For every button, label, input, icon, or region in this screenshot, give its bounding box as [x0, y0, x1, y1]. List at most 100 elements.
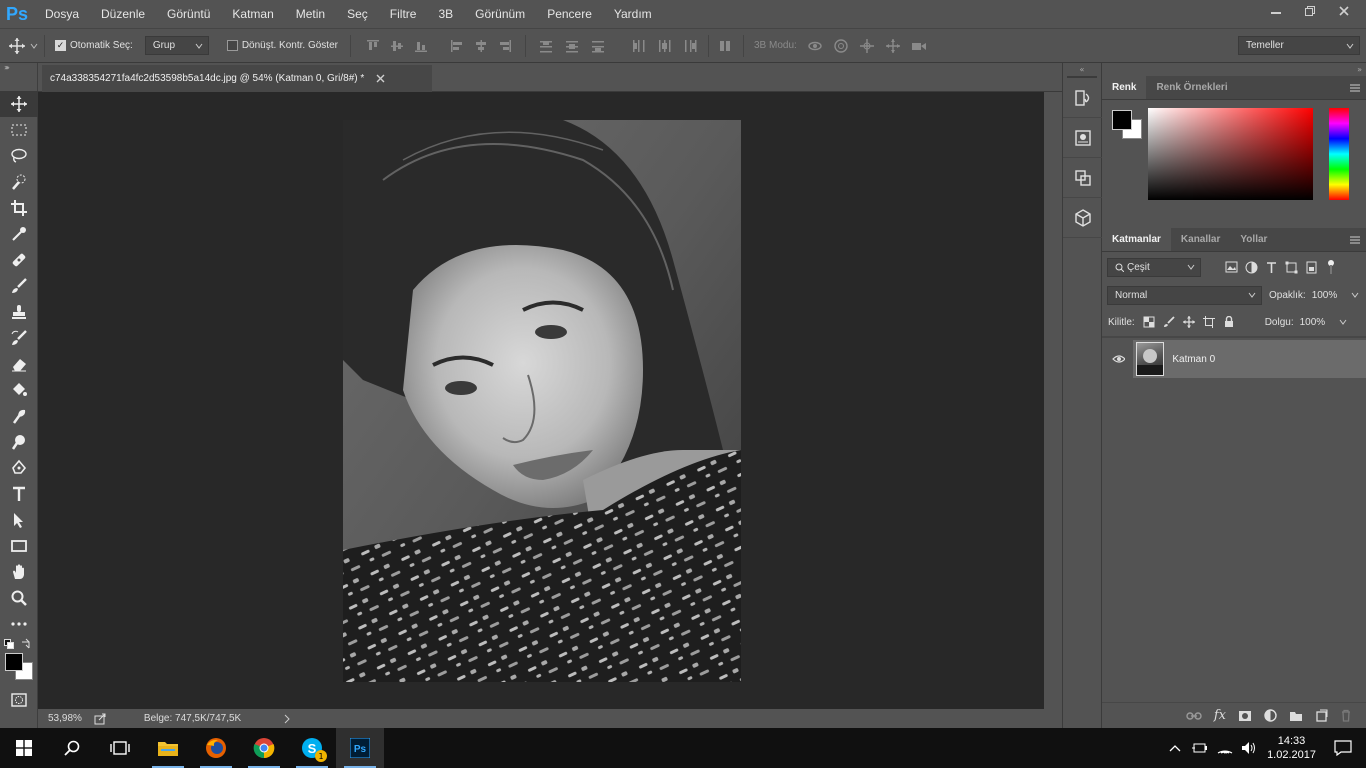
filter-adjustment-layers-icon[interactable] [1245, 261, 1258, 274]
path-selection-tool[interactable] [0, 507, 38, 533]
auto-select-dropdown[interactable]: Grup [144, 36, 209, 55]
align-right-icon[interactable] [495, 36, 515, 56]
brush-tool[interactable] [0, 273, 38, 299]
adjustment-layer-icon[interactable] [1264, 709, 1277, 722]
volume-icon[interactable] [1241, 741, 1257, 755]
align-bottom-icon[interactable] [411, 36, 431, 56]
filter-toggle[interactable] [1325, 260, 1335, 274]
visibility-eye-icon[interactable] [1112, 354, 1126, 364]
align-vcenter-icon[interactable] [387, 36, 407, 56]
blend-mode-dropdown[interactable]: Normal [1107, 285, 1262, 305]
taskbar-firefox[interactable] [192, 728, 240, 768]
distribute-top-icon[interactable] [536, 36, 556, 56]
3d-panel-icon[interactable] [1063, 198, 1103, 238]
filter-shape-layers-icon[interactable] [1285, 261, 1298, 274]
eyedropper-tool[interactable] [0, 221, 38, 247]
hue-slider[interactable] [1329, 108, 1349, 200]
menu-katman[interactable]: Katman [221, 0, 284, 28]
quick-selection-tool[interactable] [0, 169, 38, 195]
distribute-left-icon[interactable] [628, 36, 648, 56]
minimize-button[interactable] [1262, 0, 1290, 22]
document-image[interactable] [343, 120, 741, 682]
tab-renk[interactable]: Renk [1102, 76, 1147, 99]
panel-menu-icon[interactable] [1350, 236, 1360, 244]
filter-pixel-layers-icon[interactable] [1225, 261, 1238, 273]
menu-filtre[interactable]: Filtre [379, 0, 428, 28]
vertical-scrollbar[interactable] [1044, 92, 1062, 709]
foreground-color-chip[interactable] [1112, 110, 1132, 130]
restore-button[interactable] [1296, 0, 1324, 22]
quick-mask-button[interactable] [0, 687, 38, 713]
lasso-tool[interactable] [0, 143, 38, 169]
taskbar-photoshop[interactable]: Ps [336, 728, 384, 768]
more-tools[interactable] [0, 611, 38, 637]
menu-pencere[interactable]: Pencere [536, 0, 603, 28]
chevron-down-icon[interactable] [1339, 318, 1347, 326]
menu-yardim[interactable]: Yardım [603, 0, 663, 28]
layer-filter-dropdown[interactable]: Çeşit [1107, 257, 1201, 277]
chevron-down-icon[interactable] [1351, 291, 1359, 299]
menu-sec[interactable]: Seç [336, 0, 379, 28]
smudge-tool[interactable] [0, 403, 38, 429]
menu-3b[interactable]: 3B [427, 0, 464, 28]
menu-goruntu[interactable]: Görüntü [156, 0, 221, 28]
swap-colors-icon[interactable] [20, 638, 32, 650]
video-camera-3d-icon[interactable] [909, 36, 929, 56]
filter-type-layers-icon[interactable] [1265, 261, 1278, 274]
zoom-level[interactable]: 53,98% [48, 713, 82, 724]
layer-name[interactable]: Katman 0 [1172, 354, 1215, 365]
link-layers-icon[interactable] [1186, 711, 1202, 721]
add-mask-icon[interactable] [1238, 710, 1252, 722]
tab-kanallar[interactable]: Kanallar [1171, 228, 1230, 251]
document-tab[interactable]: c74a338354271fa4fc2d53598b5a14dc.jpg @ 5… [42, 65, 432, 92]
dodge-tool[interactable] [0, 429, 38, 455]
type-tool[interactable] [0, 481, 38, 507]
menu-dosya[interactable]: Dosya [34, 0, 90, 28]
rectangle-tool[interactable] [0, 533, 38, 559]
crop-tool[interactable] [0, 195, 38, 221]
glyphs-panel-icon[interactable] [1063, 158, 1103, 198]
workspace-dropdown[interactable]: Temeller [1238, 36, 1360, 55]
layer-row[interactable]: Katman 0 [1102, 339, 1366, 379]
layer-item[interactable]: Katman 0 [1133, 340, 1366, 378]
taskbar-skype[interactable]: S 1 [288, 728, 336, 768]
auto-align-icon[interactable] [715, 36, 735, 56]
move-tool[interactable] [0, 91, 38, 117]
expand-icon[interactable]: » [1102, 63, 1366, 76]
lock-position-icon[interactable] [1182, 316, 1195, 328]
battery-plug-icon[interactable] [1191, 742, 1208, 754]
align-hcenter-icon[interactable] [471, 36, 491, 56]
lock-all-icon[interactable] [1223, 316, 1235, 328]
lock-transparent-pixels-icon[interactable] [1143, 316, 1155, 328]
distribute-hcenter-icon[interactable] [654, 36, 674, 56]
lock-artboard-icon[interactable] [1202, 316, 1215, 328]
close-tab-icon[interactable] [376, 74, 385, 83]
tab-yollar[interactable]: Yollar [1230, 228, 1277, 251]
trash-icon[interactable] [1340, 709, 1352, 722]
align-left-icon[interactable] [447, 36, 467, 56]
roll-3d-icon[interactable] [831, 36, 851, 56]
menu-duzenle[interactable]: Düzenle [90, 0, 156, 28]
taskbar-chrome[interactable] [240, 728, 288, 768]
align-top-icon[interactable] [363, 36, 383, 56]
collapse-icon[interactable]: » [4, 63, 9, 72]
pen-tool[interactable] [0, 455, 38, 481]
menu-gorunum[interactable]: Görünüm [464, 0, 536, 28]
color-field[interactable] [1148, 108, 1313, 200]
canvas-area[interactable] [38, 92, 1044, 709]
layer-style-fx-icon[interactable]: fx [1214, 708, 1226, 723]
transform-controls-checkbox[interactable] [226, 40, 238, 51]
history-panel-icon[interactable] [1063, 78, 1103, 118]
orbit-3d-icon[interactable] [805, 36, 825, 56]
new-layer-icon[interactable] [1315, 709, 1328, 722]
clock[interactable]: 14:33 1.02.2017 [1267, 734, 1316, 762]
slide-3d-icon[interactable] [883, 36, 903, 56]
filter-smart-objects-icon[interactable] [1305, 261, 1318, 274]
panel-menu-icon[interactable] [1350, 84, 1360, 92]
search-button[interactable] [48, 728, 96, 768]
lock-image-pixels-icon[interactable] [1163, 316, 1175, 328]
opacity-value[interactable]: 100% [1312, 290, 1338, 301]
task-view-button[interactable] [96, 728, 144, 768]
auto-select-checkbox[interactable]: ✓ [55, 40, 66, 51]
paint-bucket-tool[interactable] [0, 377, 38, 403]
